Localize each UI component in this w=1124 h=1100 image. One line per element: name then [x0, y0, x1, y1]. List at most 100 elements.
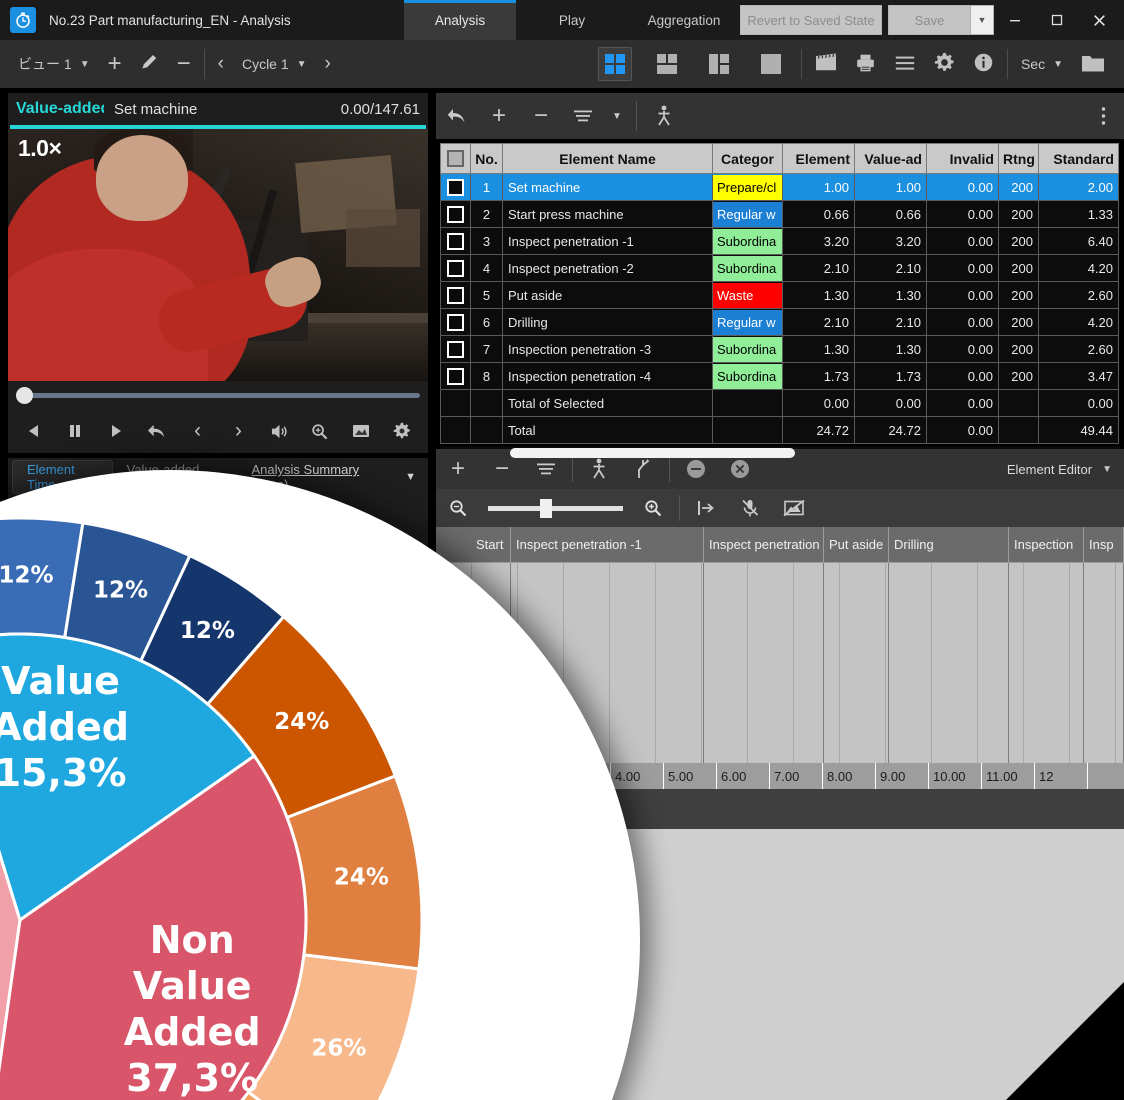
row-category[interactable]: Subordina [712, 227, 783, 255]
remove-element-button[interactable]: − [520, 93, 562, 139]
seek-track[interactable] [16, 386, 420, 404]
header-select-all[interactable] [440, 143, 471, 174]
save-dropdown-button[interactable]: ▼ [970, 5, 994, 35]
row-checkbox[interactable] [440, 227, 471, 255]
split-element-button[interactable] [643, 93, 685, 139]
layout-left-split-button[interactable] [693, 40, 745, 88]
row-checkbox[interactable] [440, 281, 471, 309]
header-value-added[interactable]: Value-ad [854, 143, 927, 174]
row-checkbox[interactable] [440, 254, 471, 282]
row-category[interactable]: Subordina [712, 362, 783, 390]
view-selector[interactable]: ビュー 1 ▼ [0, 40, 99, 88]
undo-button[interactable] [140, 416, 174, 446]
table-row[interactable]: 6 Drilling Regular w 2.10 2.10 0.00 200 4.20 [440, 308, 1119, 336]
folder-button[interactable] [1072, 40, 1114, 88]
video-button[interactable] [806, 40, 846, 88]
video-seek-bar[interactable] [8, 381, 428, 409]
snapshot-button[interactable] [344, 416, 378, 446]
nested-donut-chart[interactable]: 47,4%12%12%12%12%12%24%24%26%12%12%12%12… [0, 470, 640, 1100]
volume-button[interactable] [262, 416, 296, 446]
row-checkbox[interactable] [440, 308, 471, 336]
gantt-element-header[interactable]: Inspect penetration -2 [704, 527, 824, 563]
add-element-button[interactable]: + [478, 93, 520, 139]
header-element[interactable]: Element [782, 143, 855, 174]
close-button[interactable] [1078, 0, 1120, 40]
checkbox-icon[interactable] [447, 340, 464, 358]
table-horizontal-scrollbar[interactable] [440, 446, 1120, 458]
tab-analysis[interactable]: Analysis [404, 0, 516, 40]
table-row[interactable]: 8 Inspection penetration -4 Subordina 1.73 1… [440, 362, 1119, 390]
prev-element-button[interactable]: ‹ [181, 416, 215, 446]
next-element-button[interactable]: › [221, 416, 255, 446]
row-checkbox[interactable] [440, 362, 471, 390]
header-standard[interactable]: Standard [1038, 143, 1119, 174]
cycle-selector[interactable]: Cycle 1 ▼ [233, 40, 316, 88]
table-row[interactable]: 3 Inspect penetration -1 Subordina 3.20 3.20… [440, 227, 1119, 255]
no-image-button[interactable] [772, 488, 816, 528]
header-no[interactable]: No. [470, 143, 503, 174]
checkbox-icon[interactable] [447, 150, 464, 168]
row-category[interactable]: Subordina [712, 254, 783, 282]
play-button[interactable] [99, 416, 133, 446]
save-button[interactable]: Save [888, 5, 970, 35]
minimize-button[interactable] [994, 0, 1036, 40]
step-back-button[interactable] [17, 416, 51, 446]
header-element-name[interactable]: Element Name [502, 143, 713, 174]
gantt-bar[interactable] [1084, 563, 1124, 763]
maximize-button[interactable] [1036, 0, 1078, 40]
row-category[interactable]: Waste [712, 281, 783, 309]
header-rating[interactable]: Rtng [998, 143, 1039, 174]
gantt-element-header[interactable]: Inspection [1009, 527, 1084, 563]
table-more-button[interactable] [1082, 93, 1124, 139]
checkbox-icon[interactable] [447, 178, 464, 196]
checkbox-icon[interactable] [447, 232, 464, 250]
revert-to-saved-state-button[interactable]: Revert to Saved State [740, 5, 882, 35]
table-row[interactable]: 2 Start press machine Regular w 0.66 0.66 0.0… [440, 200, 1119, 228]
gantt-element-header[interactable]: Insp [1084, 527, 1124, 563]
checkbox-icon[interactable] [447, 367, 464, 385]
list-button[interactable] [885, 40, 925, 88]
video-frame[interactable]: 1.0× [8, 129, 428, 381]
row-category[interactable]: Regular w [712, 308, 783, 336]
row-element-name[interactable]: Set machine [502, 173, 713, 201]
print-button[interactable] [846, 40, 885, 88]
layout-single-button[interactable] [745, 40, 797, 88]
seek-handle[interactable] [16, 386, 33, 404]
row-checkbox[interactable] [440, 200, 471, 228]
row-element-name[interactable]: Inspection penetration -3 [502, 335, 713, 363]
remove-view-button[interactable]: − [168, 40, 200, 88]
jump-to-button[interactable] [684, 488, 728, 528]
gantt-bar[interactable] [704, 563, 824, 763]
settings-button[interactable] [925, 40, 964, 88]
row-category[interactable]: Prepare/cl [712, 173, 783, 201]
table-row[interactable]: 4 Inspect penetration -2 Subordina 2.10 2.10… [440, 254, 1119, 282]
undo-button[interactable] [436, 93, 478, 139]
add-view-button[interactable]: + [99, 40, 131, 88]
prev-cycle-button[interactable]: ‹ [209, 40, 233, 88]
checkbox-icon[interactable] [447, 259, 464, 277]
row-element-name[interactable]: Inspection penetration -4 [502, 362, 713, 390]
mic-off-button[interactable] [728, 488, 772, 528]
header-invalid[interactable]: Invalid [926, 143, 999, 174]
gantt-bar[interactable] [1009, 563, 1084, 763]
checkbox-icon[interactable] [447, 313, 464, 331]
layout-quad-button[interactable] [589, 40, 641, 88]
row-element-name[interactable]: Put aside [502, 281, 713, 309]
pause-button[interactable] [58, 416, 92, 446]
table-row[interactable]: 1 Set machine Prepare/cl 1.00 1.00 0.00 200 2.0… [440, 173, 1119, 201]
info-button[interactable] [964, 40, 1003, 88]
checkbox-icon[interactable] [447, 286, 464, 304]
row-element-name[interactable]: Inspect penetration -1 [502, 227, 713, 255]
rows-button[interactable] [562, 93, 604, 139]
gantt-bar[interactable] [889, 563, 1009, 763]
checkbox-icon[interactable] [447, 205, 464, 223]
element-editor-dropdown[interactable]: Element Editor ▼ [1007, 462, 1124, 477]
unit-selector[interactable]: Sec ▼ [1012, 40, 1072, 88]
row-element-name[interactable]: Start press machine [502, 200, 713, 228]
layout-top-split-button[interactable] [641, 40, 693, 88]
row-category[interactable]: Subordina [712, 335, 783, 363]
scrollbar-thumb[interactable] [510, 448, 795, 458]
tab-play[interactable]: Play [516, 0, 628, 40]
row-checkbox[interactable] [440, 173, 471, 201]
row-element-name[interactable]: Drilling [502, 308, 713, 336]
